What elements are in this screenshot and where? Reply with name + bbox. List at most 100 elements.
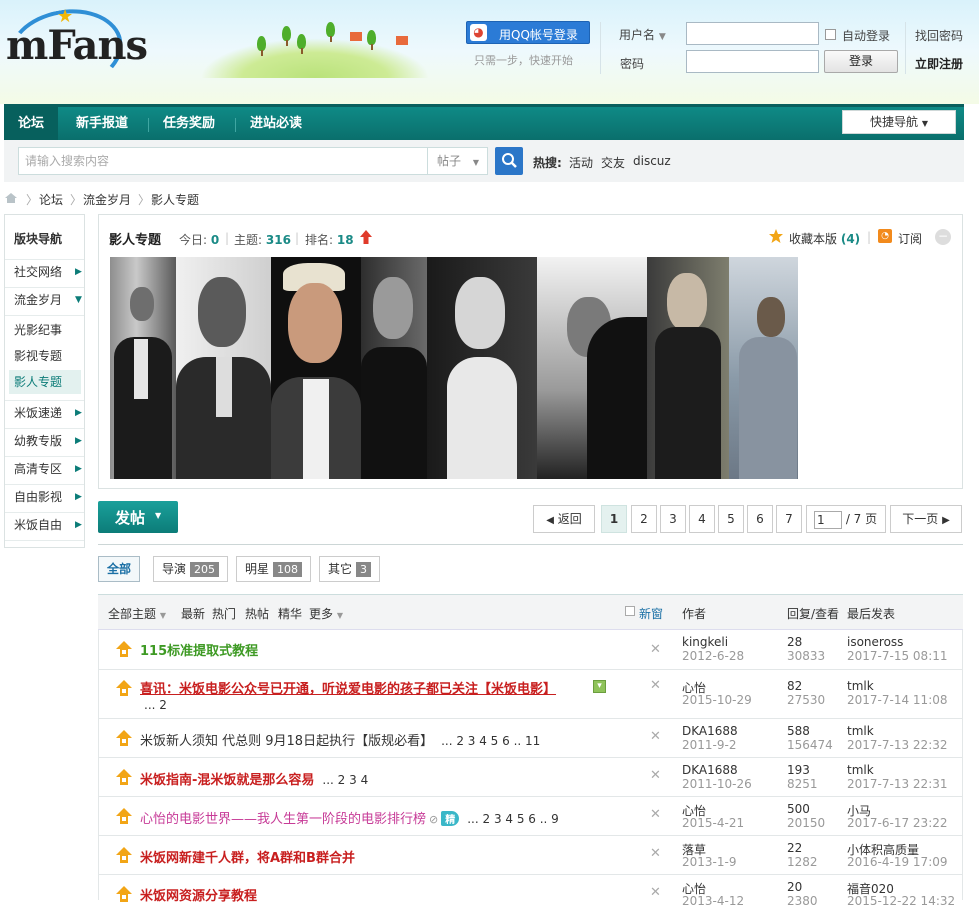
sidebar-sub-item[interactable]: 光影纪事 xyxy=(14,318,90,342)
nav-newbie[interactable]: 新手报道 xyxy=(76,107,128,140)
close-icon[interactable]: ✕ xyxy=(650,729,661,744)
thread-pages[interactable]: ... 2 xyxy=(144,698,167,712)
filter-tab-other[interactable]: 其它 3 xyxy=(319,556,381,582)
last-post-time[interactable]: 2015-12-22 14:32 xyxy=(847,894,955,908)
last-post-user[interactable]: tmlk xyxy=(847,763,874,777)
table-row[interactable]: 米饭新人须知 代总则 9月18日起执行【版规必看】... 2 3 4 5 6 .… xyxy=(98,719,963,758)
breadcrumb-current[interactable]: 影人专题 xyxy=(151,191,199,208)
filter-tab-director[interactable]: 导演 205 xyxy=(153,556,229,582)
filter-tab-star[interactable]: 明星 108 xyxy=(236,556,312,582)
last-post-user[interactable]: isoneross xyxy=(847,635,903,649)
page-button[interactable]: 3 xyxy=(660,505,686,533)
nav-must-read[interactable]: 进站必读 xyxy=(250,107,302,140)
qq-login-button[interactable]: ◕ 用QQ帐号登录 xyxy=(466,21,590,44)
sidebar-item[interactable]: 米饭自由 ▶ xyxy=(14,513,90,537)
page-input[interactable]: 1 xyxy=(814,510,842,529)
hot-search-link[interactable]: discuz xyxy=(633,154,671,168)
last-post-time[interactable]: 2016-4-19 17:09 xyxy=(847,855,948,869)
close-icon[interactable]: ✕ xyxy=(650,807,661,822)
new-post-button[interactable]: 发帖 ▼ xyxy=(98,501,178,533)
table-row[interactable]: 米饭网新建千人群，将A群和B群合并 ✕ 落草 2013-1-9 22 1282 … xyxy=(98,836,963,875)
close-icon[interactable]: ✕ xyxy=(650,885,661,900)
breadcrumb-section[interactable]: 流金岁月 xyxy=(83,191,131,208)
sort-digest[interactable]: 精华 xyxy=(278,605,302,622)
sidebar-item[interactable]: 自由影视 ▶ xyxy=(14,485,90,509)
last-post-time[interactable]: 2017-6-17 23:22 xyxy=(847,816,948,830)
nav-forum[interactable]: 论坛 xyxy=(4,107,58,140)
thread-author[interactable]: kingkeli xyxy=(682,635,728,649)
thread-title[interactable]: 米饭网资源分享教程 xyxy=(140,885,257,904)
last-post-user[interactable]: tmlk xyxy=(847,724,874,738)
hot-search-link[interactable]: 活动 xyxy=(569,154,593,171)
site-logo[interactable]: mFans xyxy=(6,22,148,69)
new-window-checkbox[interactable] xyxy=(625,606,635,616)
password-input[interactable] xyxy=(686,50,819,73)
page-button-current[interactable]: 1 xyxy=(601,505,627,533)
back-button[interactable]: ◀ 返回 xyxy=(533,505,595,533)
page-button[interactable]: 5 xyxy=(718,505,744,533)
home-icon[interactable] xyxy=(4,192,18,204)
sidebar-sub-item[interactable]: 影视专题 xyxy=(14,344,90,368)
sort-more[interactable]: 更多 ▼ xyxy=(309,605,343,622)
thread-pages[interactable]: ... 2 3 4 xyxy=(322,773,368,787)
quick-nav-dropdown[interactable]: 快捷导航 ▼ xyxy=(842,110,956,134)
thread-title[interactable]: 心怡的电影世界——我人生第一阶段的电影排行榜 ⊘ 精... 2 3 4 5 6 ..… xyxy=(140,808,559,827)
thread-date: 2011-9-2 xyxy=(682,738,737,752)
sidebar-item[interactable]: 高清专区 ▶ xyxy=(14,457,90,481)
thread-title[interactable]: 米饭网新建千人群，将A群和B群合并 xyxy=(140,847,355,866)
auto-login-checkbox[interactable] xyxy=(825,29,836,40)
table-row[interactable]: 115标准提取式教程 ✕ kingkeli 2012-6-28 28 30833… xyxy=(98,630,963,670)
thread-title[interactable]: 115标准提取式教程 xyxy=(140,640,258,659)
last-post-time[interactable]: 2017-7-15 08:11 xyxy=(847,649,948,663)
sidebar-sub-item-active[interactable]: 影人专题 xyxy=(9,370,81,394)
sort-hot[interactable]: 热门 xyxy=(212,605,236,622)
close-icon[interactable]: ✕ xyxy=(650,846,661,861)
subscribe-link[interactable]: 订阅 xyxy=(898,230,922,247)
last-post-time[interactable]: 2017-7-14 11:08 xyxy=(847,693,948,707)
table-row[interactable]: 米饭网资源分享教程 ✕ 心怡 2013-4-12 20 2380 福音020 2… xyxy=(98,875,963,908)
sidebar-item-golden-years[interactable]: 流金岁月 ▼ xyxy=(14,288,90,312)
sort-hot-thread[interactable]: 热帖 xyxy=(245,605,269,622)
page-button[interactable]: 6 xyxy=(747,505,773,533)
search-button[interactable] xyxy=(495,147,523,175)
sidebar-item[interactable]: 幼教专版 ▶ xyxy=(14,429,90,453)
pinned-icon xyxy=(116,680,132,696)
breadcrumb-forum[interactable]: 论坛 xyxy=(39,191,63,208)
filter-tab-all[interactable]: 全部 xyxy=(98,556,141,582)
close-icon[interactable]: ✕ xyxy=(650,678,661,693)
thread-title[interactable]: 米饭指南-混米饭就是那么容易... 2 3 4 xyxy=(140,769,368,788)
next-page-button[interactable]: 下一页 ▶ xyxy=(890,505,962,533)
sort-latest[interactable]: 最新 xyxy=(181,605,205,622)
thread-replies: 500 xyxy=(787,802,810,816)
table-row[interactable]: 心怡的电影世界——我人生第一阶段的电影排行榜 ⊘ 精... 2 3 4 5 6 ..… xyxy=(98,797,963,836)
thread-author[interactable]: DKA1688 xyxy=(682,763,738,777)
thread-title[interactable]: 喜讯：米饭电影公众号已开通，听说爱电影的孩子都已关注【米饭电影】 xyxy=(140,678,556,697)
sidebar-item[interactable]: 米饭速递 ▶ xyxy=(14,401,90,425)
last-post-time[interactable]: 2017-7-13 22:32 xyxy=(847,738,948,752)
thread-pages[interactable]: ... 2 3 4 5 6 .. 9 xyxy=(467,812,559,826)
table-row[interactable]: 喜讯：米饭电影公众号已开通，听说爱电影的孩子都已关注【米饭电影】 ▾ ... 2… xyxy=(98,670,963,719)
thread-pages[interactable]: ... 2 3 4 5 6 .. 11 xyxy=(441,734,540,748)
register-link[interactable]: 立即注册 xyxy=(915,55,963,72)
search-type-select[interactable]: 帖子 ▼ xyxy=(427,147,488,175)
username-input[interactable] xyxy=(686,22,819,45)
last-post-time[interactable]: 2017-7-13 22:31 xyxy=(847,777,948,791)
sidebar-item-social[interactable]: 社交网络 ▶ xyxy=(14,260,90,284)
login-button[interactable]: 登录 xyxy=(824,50,898,73)
hot-search-link[interactable]: 交友 xyxy=(601,154,625,171)
page-button[interactable]: 2 xyxy=(631,505,657,533)
close-icon[interactable]: ✕ xyxy=(650,768,661,783)
page-button[interactable]: 4 xyxy=(689,505,715,533)
forgot-password-link[interactable]: 找回密码 xyxy=(915,27,963,44)
all-topics-filter[interactable]: 全部主题 ▼ xyxy=(108,605,166,622)
collapse-icon[interactable]: − xyxy=(935,229,951,245)
thread-author[interactable]: DKA1688 xyxy=(682,724,738,738)
table-row[interactable]: 米饭指南-混米饭就是那么容易... 2 3 4 ✕ DKA1688 2011-1… xyxy=(98,758,963,797)
thread-title[interactable]: 米饭新人须知 代总则 9月18日起执行【版规必看】... 2 3 4 5 6 .… xyxy=(140,730,540,749)
last-post-user[interactable]: tmlk xyxy=(847,679,874,693)
favorite-forum-link[interactable]: 收藏本版 (4) xyxy=(789,230,860,247)
page-button[interactable]: 7 xyxy=(776,505,802,533)
close-icon[interactable]: ✕ xyxy=(650,642,661,657)
nav-tasks[interactable]: 任务奖励 xyxy=(163,107,215,140)
search-input[interactable]: 请输入搜索内容 xyxy=(18,147,428,175)
